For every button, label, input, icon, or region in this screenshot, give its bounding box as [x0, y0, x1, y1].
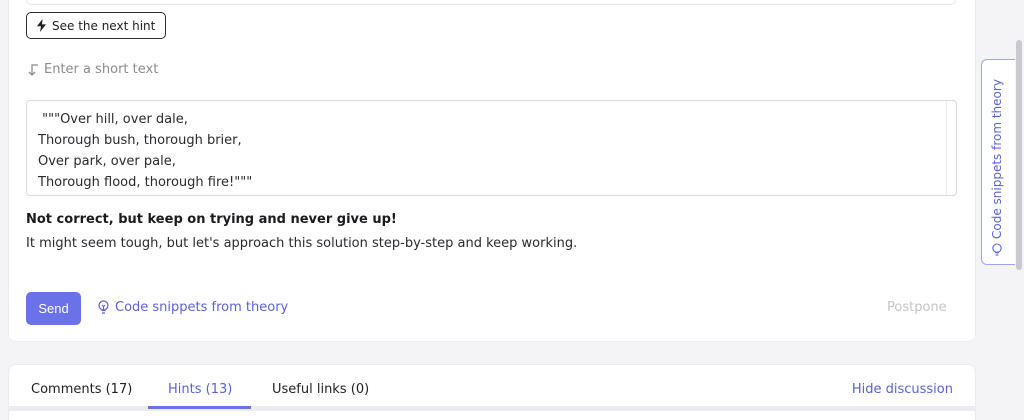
code-snippets-label: Code snippets from theory — [115, 300, 289, 315]
tab-useful-links[interactable]: Useful links (0) — [272, 382, 369, 397]
see-next-hint-button[interactable]: See the next hint — [26, 12, 167, 39]
arrow-down-return-icon — [28, 63, 38, 76]
answer-line: Over park, over pale, — [38, 154, 176, 169]
page-scrollbar[interactable] — [1016, 40, 1022, 270]
discussion-tabs: Comments (17) Hints (13) Useful links (0… — [8, 364, 976, 420]
lightning-icon — [37, 19, 46, 32]
answer-line: Thorough flood, thorough fire!""" — [38, 175, 253, 190]
hide-discussion-link[interactable]: Hide discussion — [852, 382, 953, 397]
answer-line: Thorough bush, thorough brier, — [38, 133, 242, 148]
answer-line: """Over hill, over dale, — [38, 112, 188, 127]
feedback-title: Not correct, but keep on trying and neve… — [26, 212, 397, 227]
see-next-hint-label: See the next hint — [52, 18, 156, 33]
answer-textarea[interactable]: """Over hill, over dale, Thorough bush, … — [26, 100, 957, 196]
lightbulb-icon — [98, 300, 109, 314]
side-code-snippets-tab[interactable]: Code snippets from theory — [981, 59, 1015, 265]
tab-hints[interactable]: Hints (13) — [168, 382, 232, 397]
code-snippets-link[interactable]: Code snippets from theory — [97, 300, 288, 315]
postpone-button[interactable]: Postpone — [887, 300, 947, 315]
short-text-hint: Enter a short text — [26, 62, 158, 77]
active-tab-indicator — [148, 406, 251, 409]
side-panel-label: Code snippets from theory — [990, 79, 1004, 239]
lightbulb-icon — [992, 243, 1002, 256]
textarea-scrollbar[interactable] — [946, 101, 956, 195]
tab-comments[interactable]: Comments (17) — [31, 382, 132, 397]
feedback-message: It might seem tough, but let's approach … — [26, 236, 578, 251]
short-text-label: Enter a short text — [44, 62, 159, 77]
previous-panel-edge — [26, 0, 956, 5]
send-button[interactable]: Send — [26, 292, 81, 325]
